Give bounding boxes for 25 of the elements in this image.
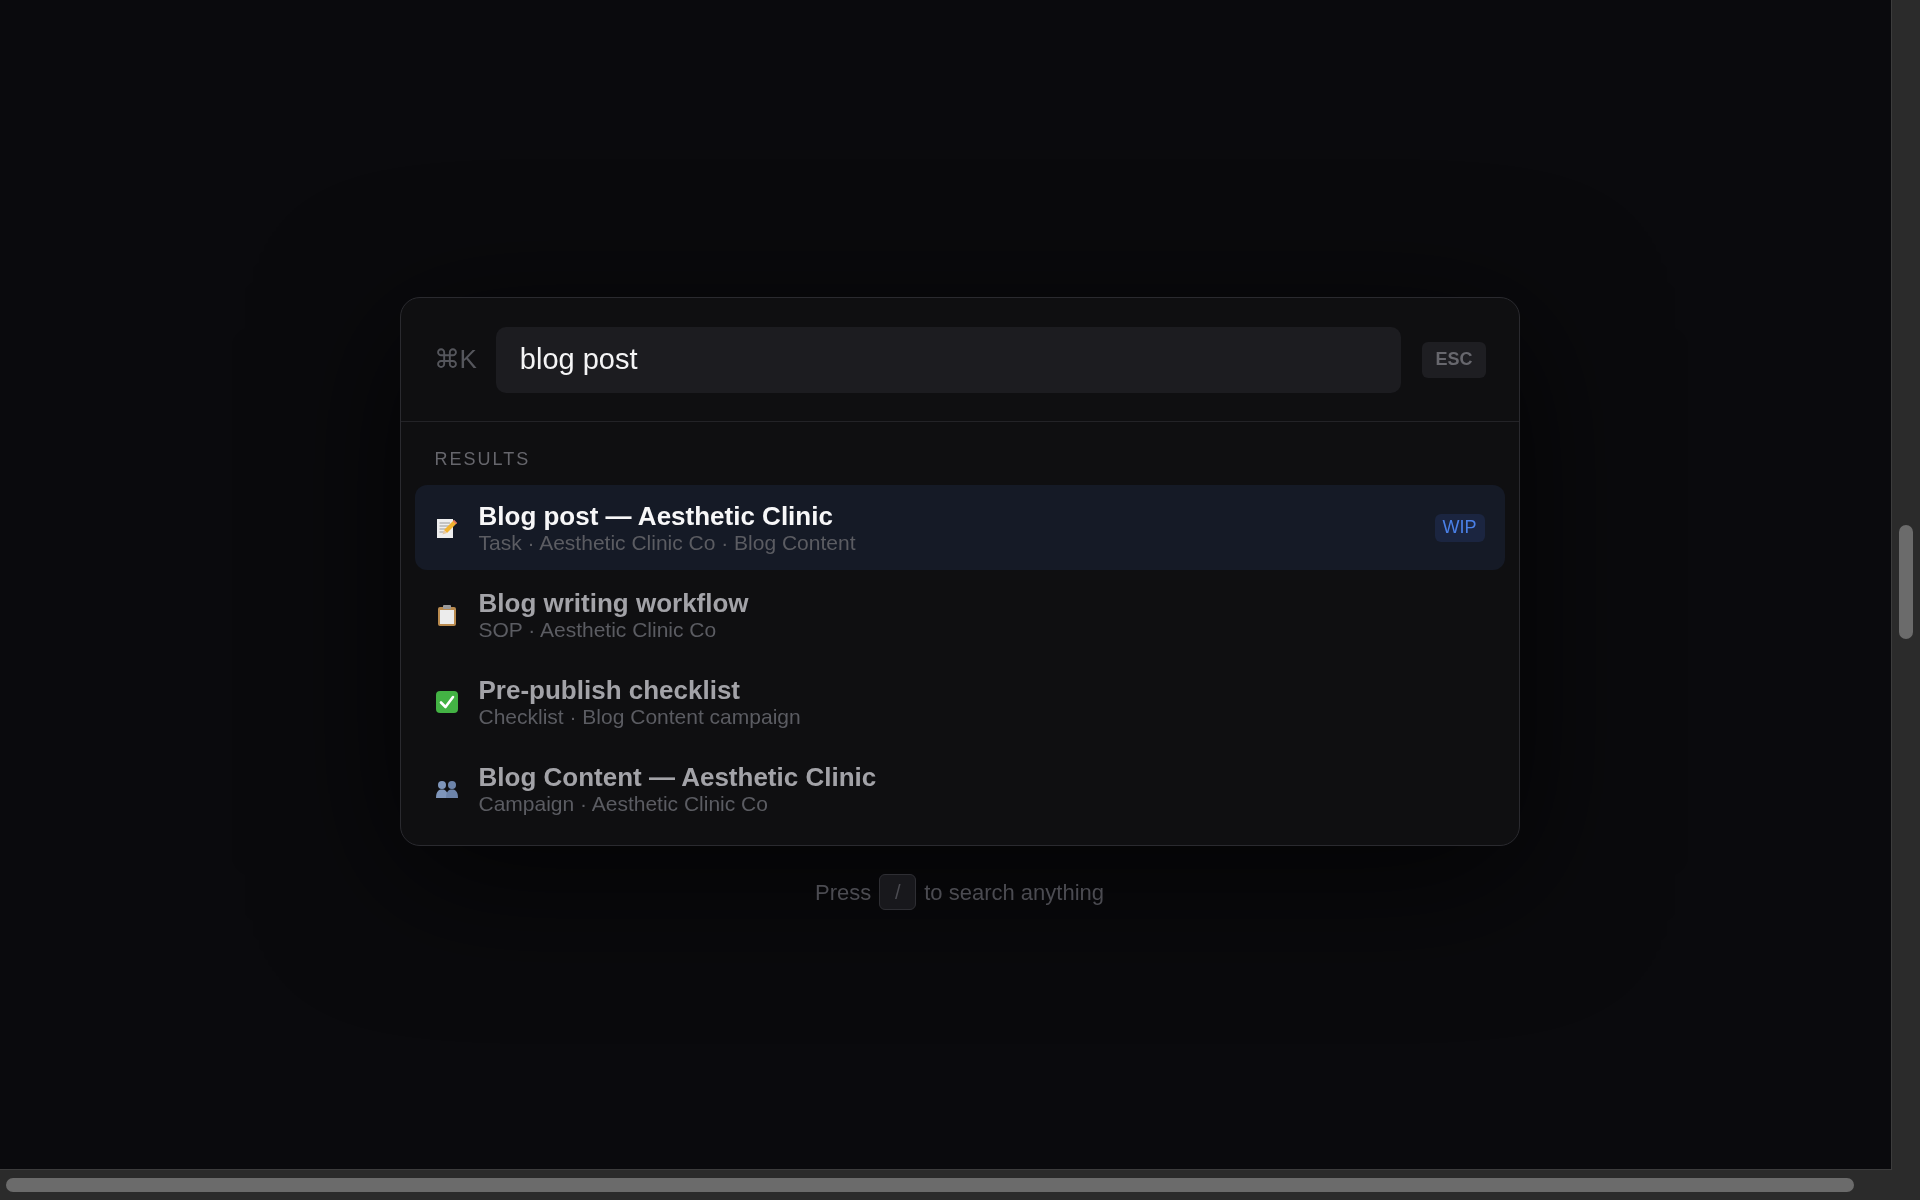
result-subtitle: SOP · Aesthetic Clinic Co — [478, 617, 718, 642]
hint-text: Press — [815, 878, 872, 907]
keycap: / — [879, 874, 917, 910]
check-icon — [435, 690, 458, 713]
search-field[interactable]: blog post — [495, 326, 1402, 393]
result-subtitle: Campaign · Aesthetic Clinic Co — [478, 791, 769, 816]
two-people-icon — [435, 779, 458, 798]
result-item[interactable]: Pre-publish checklist Checklist · Blog Content campaign — [414, 659, 1505, 744]
result-item[interactable]: Blog Content — Aesthetic Clinic Campaign · Aesthetic Clinic Co — [414, 746, 1505, 831]
result-title: Pre-publish checklist — [478, 674, 742, 705]
clipboard-icon — [435, 603, 458, 626]
result-item[interactable]: Blog writing workflow SOP · Aesthetic Clinic Co — [414, 572, 1505, 657]
memo-icon — [435, 516, 458, 539]
scrollbar-thumb[interactable] — [6, 1178, 1854, 1192]
hint-text: to search anything — [924, 878, 1104, 907]
result-subtitle: Task · Aesthetic Clinic Co · Blog Content — [478, 530, 857, 555]
shortcut-hint: ⌘K — [433, 343, 477, 376]
result-item[interactable]: Blog post — Aesthetic Clinic Task · Aesthetic Clinic Co · Blog Content WIP — [414, 485, 1505, 570]
result-subtitle: Checklist · Blog Content campaign — [478, 704, 802, 729]
result-title: Blog writing workflow — [478, 587, 750, 618]
scrollbar-thumb[interactable] — [1899, 525, 1913, 639]
result-title: Blog post — Aesthetic Clinic — [478, 500, 834, 531]
result-title: Blog Content — Aesthetic Clinic — [478, 761, 878, 792]
status-badge: WIP — [1434, 513, 1485, 542]
section-heading: RESULTS — [434, 448, 531, 470]
